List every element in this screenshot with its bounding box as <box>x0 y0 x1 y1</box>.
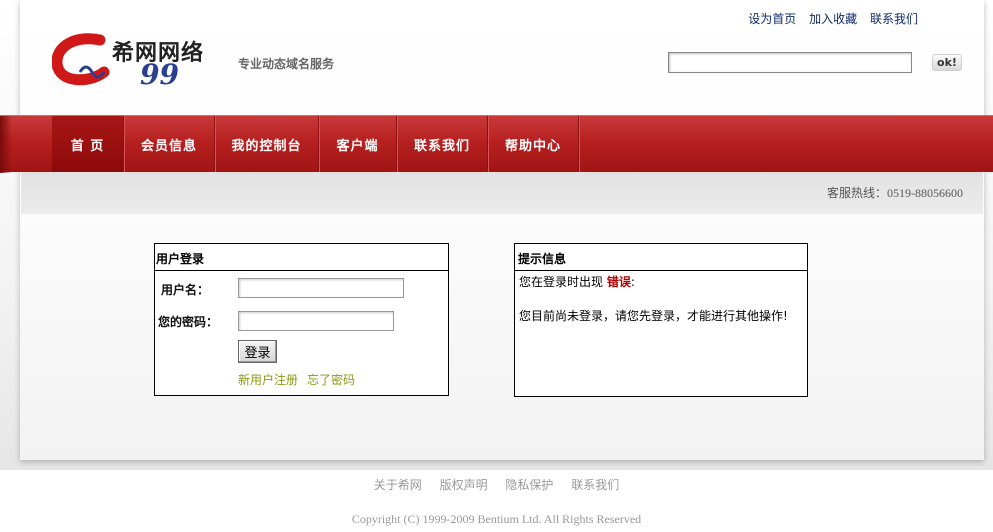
top-links: 设为首页 加入收藏 联系我们 <box>739 10 918 27</box>
footer-copyright-link[interactable]: 版权声明 <box>440 478 488 492</box>
username-label: 用户名： <box>161 283 210 297</box>
password-label: 您的密码： <box>158 315 219 329</box>
tip-error-word: 错误 <box>606 275 631 289</box>
footer-contact-link[interactable]: 联系我们 <box>571 478 619 492</box>
login-button[interactable]: 登录 <box>238 340 277 363</box>
hotline-band: 客服热线：0519-88056600 <box>21 172 983 214</box>
search-input[interactable] <box>668 52 912 73</box>
nav-item-help[interactable]: 帮助中心 <box>488 116 579 173</box>
tagline: 专业动态域名服务 <box>238 57 335 71</box>
tip-error-prefix: 您在登录时出现 <box>519 275 604 289</box>
password-input[interactable] <box>238 311 394 331</box>
tip-body: 您在登录时出现 错误: 您目前尚未登录，请您先登录，才能进行其他操作! <box>515 271 807 327</box>
hotline-text: 客服热线：0519-88056600 <box>827 186 963 200</box>
tip-error-suffix: : <box>630 275 635 289</box>
tip-message: 您目前尚未登录，请您先登录，才能进行其他操作! <box>519 309 788 323</box>
nav-item-contact[interactable]: 联系我们 <box>397 116 488 173</box>
copyright-text: Copyright (C) 1999-2009 Bentium Ltd. All… <box>351 512 642 526</box>
contact-us-link[interactable]: 联系我们 <box>870 12 918 26</box>
tip-panel: 提示信息 您在登录时出现 错误: 您目前尚未登录，请您先登录，才能进行其他操作! <box>514 243 808 397</box>
tip-error-line: 您在登录时出现 错误: <box>519 274 803 290</box>
username-input[interactable] <box>238 278 404 298</box>
login-title: 用户登录 <box>155 244 448 271</box>
main-nav: 首 页 会员信息 我的控制台 客户端 联系我们 帮助中心 <box>0 115 993 173</box>
add-favorite-link[interactable]: 加入收藏 <box>809 12 857 26</box>
footer-links: 关于希网 版权声明 隐私保护 联系我们 <box>0 476 993 493</box>
set-homepage-link[interactable]: 设为首页 <box>748 12 796 26</box>
footer-about-link[interactable]: 关于希网 <box>374 478 422 492</box>
nav-item-console[interactable]: 我的控制台 <box>215 116 319 173</box>
login-panel: 用户登录 用户名： 您的密码： 登录 新用户注册 忘了密码 <box>154 243 449 396</box>
nav-item-home[interactable]: 首 页 <box>52 116 124 173</box>
forgot-password-link[interactable]: 忘了密码 <box>307 371 355 388</box>
register-link[interactable]: 新用户注册 <box>238 371 298 388</box>
search-ok-button[interactable]: ok! <box>932 54 962 71</box>
footer-privacy-link[interactable]: 隐私保护 <box>505 478 553 492</box>
nav-item-client[interactable]: 客户端 <box>319 116 397 173</box>
tip-title: 提示信息 <box>515 244 807 271</box>
logo-text: 希网网络 <box>112 40 205 66</box>
nav-item-member-info[interactable]: 会员信息 <box>124 116 215 173</box>
